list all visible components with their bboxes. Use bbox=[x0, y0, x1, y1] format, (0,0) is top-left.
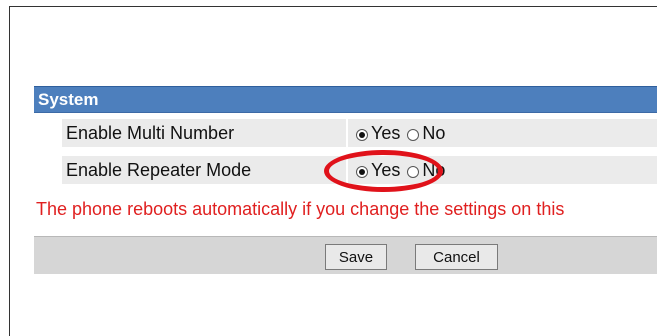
radio-option-no[interactable]: No bbox=[405, 123, 445, 144]
radio-button-no[interactable] bbox=[407, 165, 420, 178]
row-divider bbox=[346, 119, 348, 147]
section-title: System bbox=[38, 90, 99, 109]
save-button[interactable]: Save bbox=[325, 244, 387, 270]
row-divider bbox=[346, 156, 348, 184]
radio-group-repeater-mode: Yes No bbox=[356, 160, 445, 182]
radio-label-yes: Yes bbox=[371, 123, 401, 143]
radio-option-yes[interactable]: Yes bbox=[356, 123, 400, 144]
radio-option-no[interactable]: No bbox=[405, 160, 445, 181]
radio-button-no[interactable] bbox=[407, 128, 420, 141]
cancel-button[interactable]: Cancel bbox=[415, 244, 498, 270]
reboot-warning: The phone reboots automatically if you c… bbox=[36, 199, 565, 219]
radio-option-yes[interactable]: Yes bbox=[356, 160, 400, 181]
radio-group-multi-number: Yes No bbox=[356, 123, 445, 145]
section-header: System bbox=[34, 86, 657, 113]
radio-button-yes[interactable] bbox=[356, 128, 368, 141]
button-bar: Save Cancel bbox=[34, 236, 657, 274]
setting-row-multi-number: Enable Multi Number Yes No bbox=[62, 119, 657, 147]
setting-label: Enable Repeater Mode bbox=[66, 160, 252, 180]
radio-label-yes: Yes bbox=[371, 160, 401, 180]
radio-label-no: No bbox=[422, 123, 446, 143]
setting-label: Enable Multi Number bbox=[66, 123, 235, 143]
setting-row-repeater-mode: Enable Repeater Mode Yes No bbox=[62, 156, 657, 184]
radio-button-yes[interactable] bbox=[356, 165, 368, 178]
radio-label-no: No bbox=[422, 160, 446, 180]
